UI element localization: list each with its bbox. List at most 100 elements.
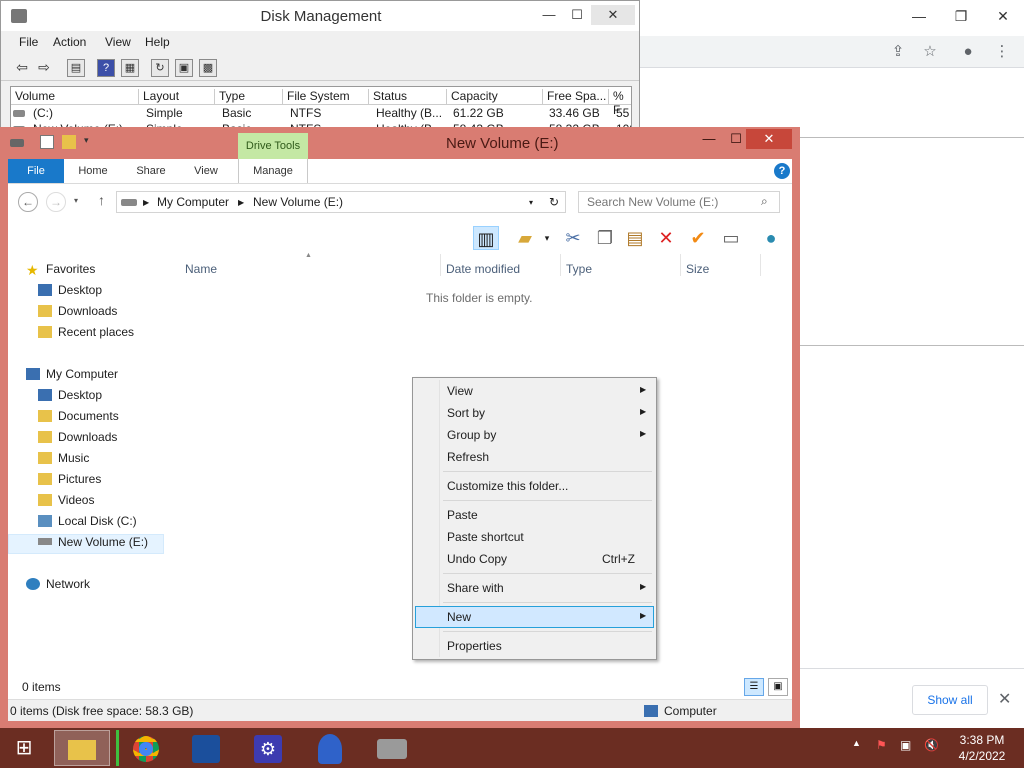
preview-pane-icon[interactable]: ▥ [473,226,499,250]
close-button[interactable]: ✕ [591,5,635,25]
menu-item-share-with[interactable]: Share with ▶ [415,577,654,599]
nav-music[interactable]: Music [38,451,89,471]
nav-videos[interactable]: Videos [38,493,94,513]
breadcrumb-current[interactable]: New Volume (E:) [253,195,343,209]
column-date-modified[interactable]: Date modified [446,262,520,276]
properties-icon[interactable]: ▣ [175,59,193,77]
column-header[interactable]: Free Spa... [543,89,609,105]
menu-item-sort-by[interactable]: Sort by ▶ [415,402,654,424]
nav-fav-downloads[interactable]: Downloads [38,304,117,324]
tab-home[interactable]: Home [70,159,116,183]
rescan-icon[interactable]: ▩ [199,59,217,77]
back-arrow-icon[interactable]: ⇦ [13,59,31,77]
cut-icon[interactable]: ✂ [560,226,586,250]
column-header[interactable]: Layout [139,89,215,105]
taskbar-disk-management-icon[interactable] [364,730,420,766]
close-button[interactable]: ✕ [746,129,792,149]
column-size[interactable]: Size [686,262,709,276]
menu-item-paste[interactable]: Paste [415,504,654,526]
new-folder-icon[interactable] [62,135,76,149]
check-icon[interactable]: ✔ [685,226,711,250]
taskbar-chrome-icon[interactable] [116,730,172,766]
nav-my-computer[interactable]: My Computer [26,367,118,387]
menu-help[interactable]: Help [145,35,170,49]
column-header[interactable]: Capacity [447,89,543,105]
close-button[interactable]: ✕ [988,6,1018,26]
large-icons-view-icon[interactable]: ▣ [768,678,788,696]
address-dropdown-icon[interactable]: ▾ [529,198,533,207]
profile-avatar-icon[interactable]: ● [958,42,978,62]
menu-item-paste-shortcut[interactable]: Paste shortcut [415,526,654,548]
chevron-right-icon[interactable]: ▶ [143,198,149,207]
taskbar-settings-icon[interactable]: ⚙ [240,730,296,766]
menu-item-undo-copy[interactable]: Undo Copy Ctrl+Z [415,548,654,570]
minimize-button[interactable]: — [694,129,724,149]
dropdown-arrow-icon[interactable]: ▾ [540,226,554,250]
back-button[interactable]: ← [18,192,38,212]
help-icon[interactable]: ? [97,59,115,77]
column-header[interactable]: % F [609,89,631,117]
menu-item-refresh[interactable]: Refresh [415,446,654,468]
share-icon[interactable]: ⇪ [888,42,908,62]
table-row[interactable]: (C:) Simple Basic NTFS Healthy (B... 61.… [11,105,631,121]
properties-icon[interactable] [40,135,54,149]
menu-kebab-icon[interactable]: ⋮ [992,42,1012,62]
maximize-button[interactable]: ☐ [565,5,589,25]
paste-icon[interactable]: ▤ [622,226,648,250]
column-type[interactable]: Type [566,262,592,276]
nav-favorites[interactable]: ★ Favorites [26,262,95,282]
restore-button[interactable]: ❐ [946,6,976,26]
nav-documents[interactable]: Documents [38,409,119,429]
nav-new-volume-e[interactable]: New Volume (E:) [8,534,164,554]
menu-item-view[interactable]: View ▶ [415,380,654,402]
refresh-icon[interactable]: ↻ [549,195,559,209]
breadcrumb-my-computer[interactable]: My Computer [157,195,229,209]
details-view-icon[interactable]: ☰ [744,678,764,696]
minimize-button[interactable]: — [904,6,934,26]
tab-view[interactable]: View [184,159,228,183]
show-hidden-icons-icon[interactable]: ▲ [852,738,861,748]
system-clock[interactable]: 3:38 PM 4/2/2022 [952,732,1012,764]
nav-pictures[interactable]: Pictures [38,472,101,492]
rename-icon[interactable]: ▭ [718,226,744,250]
refresh-icon[interactable]: ↻ [151,59,169,77]
taskbar-file-explorer-icon[interactable] [54,730,110,766]
address-bar[interactable]: ▶ My Computer ▶ New Volume (E:) ▾ ↻ [116,191,566,213]
taskbar-app-icon[interactable] [178,730,234,766]
recent-locations-icon[interactable]: ▾ [74,196,78,205]
show-hide-icon[interactable]: ▦ [121,59,139,77]
volume-muted-icon[interactable]: 🔇 [924,738,939,752]
column-header[interactable]: Status [369,89,447,105]
network-status-icon[interactable]: ▣ [900,738,911,752]
nav-recent-places[interactable]: Recent places [38,325,134,345]
column-header[interactable]: Type [215,89,283,105]
tab-share[interactable]: Share [128,159,174,183]
shell-icon[interactable]: ● [758,226,784,250]
nav-fav-desktop[interactable]: Desktop [38,283,102,303]
console-tree-icon[interactable]: ▤ [67,59,85,77]
start-button-windows-icon[interactable]: ⊞ [0,730,48,766]
search-input[interactable]: Search New Volume (E:) ⌕ [578,191,780,213]
menu-view[interactable]: View [105,35,131,49]
tab-manage[interactable]: Manage [238,159,308,183]
action-center-flag-icon[interactable]: ⚑ [876,738,887,752]
show-all-button[interactable]: Show all [912,685,988,715]
bookmark-star-icon[interactable]: ☆ [920,42,940,62]
forward-button[interactable]: → [46,192,66,212]
taskbar-app-icon[interactable] [302,730,358,766]
nav-local-disk-c[interactable]: Local Disk (C:) [38,514,137,534]
minimize-button[interactable]: — [537,5,561,25]
up-arrow-icon[interactable]: ↑ [98,192,105,208]
menu-item-group-by[interactable]: Group by ▶ [415,424,654,446]
menu-item-customize[interactable]: Customize this folder... [415,475,654,497]
chevron-right-icon[interactable]: ▶ [238,198,244,207]
forward-arrow-icon[interactable]: ⇨ [35,59,53,77]
customize-qat-icon[interactable]: ▾ [84,135,94,149]
menu-action[interactable]: Action [53,35,86,49]
menu-item-new[interactable]: New ▶ [415,606,654,628]
copy-icon[interactable]: ❐ [592,226,618,250]
help-icon[interactable]: ? [774,163,790,179]
menu-item-properties[interactable]: Properties [415,635,654,657]
column-header[interactable]: Volume [11,89,139,105]
column-header[interactable]: File System [283,89,369,105]
